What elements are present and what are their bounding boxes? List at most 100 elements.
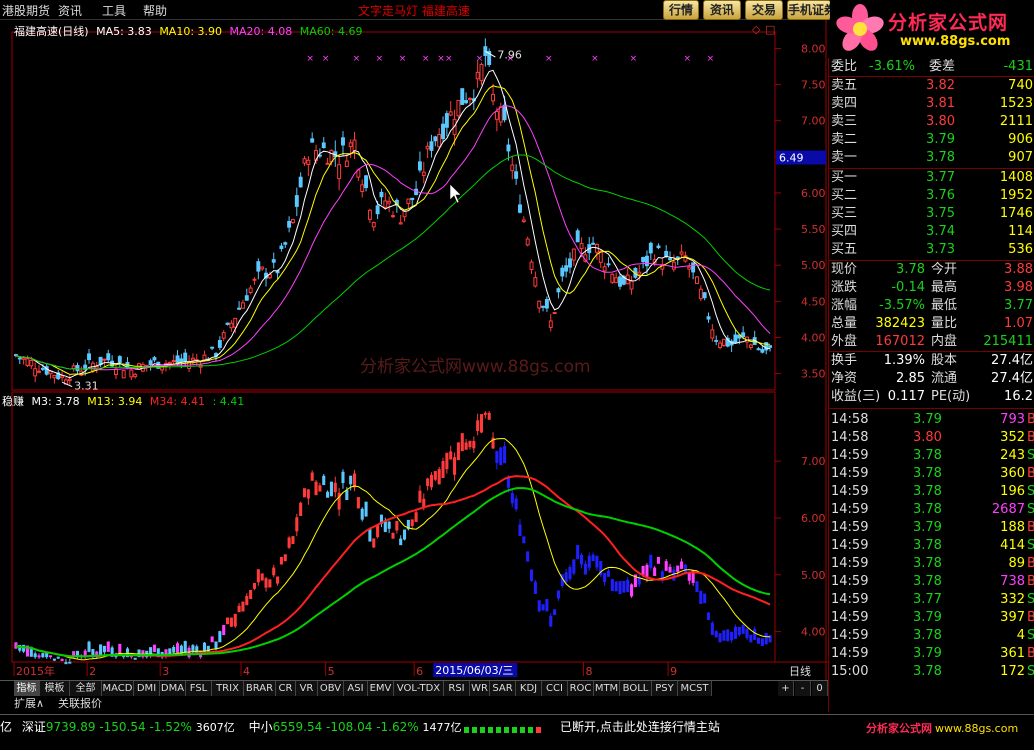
info-button[interactable]: 资讯 xyxy=(703,0,741,20)
related-quotes-tab[interactable]: 关联报价 xyxy=(58,696,102,712)
tab-macd[interactable]: MACD xyxy=(102,681,134,697)
tab-模板[interactable]: 模板 xyxy=(40,681,70,697)
ma20-label: MA20: 4.08 xyxy=(229,25,293,38)
index-ticker[interactable]: 亿 深证9739.89 -150.54 -1.52% 3607亿 中小6559.… xyxy=(0,717,461,737)
candle-body xyxy=(133,373,138,378)
candle-body xyxy=(491,93,496,102)
tab-全部[interactable]: 全部 xyxy=(70,681,102,697)
bid-row[interactable]: 买一 3.77 1408 xyxy=(829,169,1034,187)
bid-label: 买一 xyxy=(831,170,858,185)
stat-value: 3.78 xyxy=(896,262,925,277)
main-chart-legend: 福建高速(日线) MA5: 3.83 MA10: 3.90 MA20: 4.08… xyxy=(14,23,362,39)
tab-obv[interactable]: OBV xyxy=(318,681,344,697)
tab-指标[interactable]: 指标 xyxy=(14,681,40,697)
tab-rsi[interactable]: RSI xyxy=(444,681,470,697)
zoom-out-button[interactable]: - xyxy=(795,681,811,697)
stat-label-2: 量比 xyxy=(931,316,958,331)
tick-price: 3.79 xyxy=(913,412,942,427)
candle-body xyxy=(306,159,311,166)
tick-time: 14:58 xyxy=(831,412,869,427)
signal-bar xyxy=(480,727,485,733)
expand-tab[interactable]: 扩展∧ xyxy=(14,696,44,712)
period-label[interactable]: 日线 xyxy=(789,664,811,678)
tab-wr[interactable]: WR xyxy=(470,681,490,697)
menu-item-hk-futures[interactable]: 港股期货 xyxy=(2,2,50,19)
candle-body xyxy=(360,184,365,192)
market-button[interactable]: 行情 xyxy=(663,0,699,20)
m34-label: M34: 4.41 xyxy=(149,395,206,408)
tab-mtm[interactable]: MTM xyxy=(594,681,620,697)
tab-cr[interactable]: CR xyxy=(276,681,296,697)
candle-body xyxy=(256,261,261,272)
tab-vr[interactable]: VR xyxy=(296,681,318,697)
order-ratio-label: 委比 xyxy=(831,59,858,74)
tab-emv[interactable]: EMV xyxy=(368,681,394,697)
connect-message[interactable]: 已断开,点击此处连接行情主站 xyxy=(560,717,720,737)
tick-row: 14:59 3.78 738 B xyxy=(829,573,1034,591)
candle-body xyxy=(310,138,315,143)
bid-row[interactable]: 买二 3.76 1952 xyxy=(829,187,1034,205)
tab-brar[interactable]: BRAR xyxy=(244,681,276,697)
menu-item-help[interactable]: 帮助 xyxy=(143,2,167,19)
menu-item-tools[interactable]: 工具 xyxy=(102,2,126,19)
signal-bar xyxy=(472,727,477,733)
bid-row[interactable]: 买三 3.75 1746 xyxy=(829,205,1034,223)
close-icon[interactable]: □ xyxy=(765,23,775,36)
candle-body xyxy=(568,258,572,268)
candle-body xyxy=(656,245,661,249)
indicator-tab-bar: 指标 模板 全部 MACD DMI DMA FSL TRIX BRAR CR VR OBV ASI EMV… xyxy=(0,680,828,697)
cursor-date-label: 2015/06/03/三 xyxy=(435,664,513,677)
tab-boll[interactable]: BOLL xyxy=(620,681,652,697)
trade-button[interactable]: 交易 xyxy=(745,0,783,20)
tick-row: 14:59 3.78 89 B xyxy=(829,555,1034,573)
tab-kdj[interactable]: KDJ xyxy=(516,681,542,697)
candle-body xyxy=(437,133,442,148)
reset-button[interactable]: 0 xyxy=(812,681,828,697)
candle-body xyxy=(637,271,642,275)
tick-price: 3.79 xyxy=(913,610,942,625)
ask-row[interactable]: 卖二 3.79 906 xyxy=(829,131,1034,149)
sub-chart-legend: 稳赚 M3: 3.78 M13: 3.94 M34: 4.41 : 4.41 xyxy=(2,393,244,409)
tab-dma[interactable]: DMA xyxy=(160,681,186,697)
kline-chart[interactable]: 8.007.507.006.506.005.505.004.504.003.50… xyxy=(0,20,828,680)
candle-body xyxy=(444,113,449,128)
ask-row[interactable]: 卖一 3.78 907 xyxy=(829,149,1034,167)
mouse-cursor-icon xyxy=(449,183,462,204)
ask-row[interactable]: 卖四 3.81 1523 xyxy=(829,95,1034,113)
tick-time: 14:59 xyxy=(831,466,869,481)
menu-item-news[interactable]: 资讯 xyxy=(58,2,82,19)
zoom-in-button[interactable]: + xyxy=(778,681,794,697)
tab-mcst[interactable]: MCST xyxy=(678,681,712,697)
tab-sar[interactable]: SAR xyxy=(490,681,516,697)
tab-vol-tdx[interactable]: VOL-TDX xyxy=(394,681,444,697)
tick-volume: 397 xyxy=(1000,610,1025,625)
ask-row[interactable]: 卖三 3.80 2111 xyxy=(829,113,1034,131)
bid-row[interactable]: 买四 3.74 114 xyxy=(829,223,1034,241)
candle-body xyxy=(21,357,26,360)
main-y-tick-label: 6.00 xyxy=(801,187,826,200)
ask-volume: 2111 xyxy=(999,114,1033,129)
candle-body xyxy=(575,230,580,243)
tab-roc[interactable]: ROC xyxy=(568,681,594,697)
tab-fsl[interactable]: FSL xyxy=(186,681,212,697)
bid-row[interactable]: 买五 3.73 536 xyxy=(829,241,1034,259)
tab-psy[interactable]: PSY xyxy=(652,681,678,697)
candle-body xyxy=(671,261,676,270)
candle-body xyxy=(518,204,522,213)
candle-body xyxy=(244,295,249,301)
ask-row[interactable]: 卖五 3.82 740 xyxy=(829,77,1034,95)
stat-label-2: PE(动) xyxy=(931,389,971,404)
chart-area[interactable]: 8.007.507.006.506.005.505.004.504.003.50… xyxy=(0,20,828,680)
candle-body xyxy=(364,175,369,189)
tab-cci[interactable]: CCI xyxy=(542,681,568,697)
diamond-icon[interactable]: ◇ xyxy=(752,23,761,36)
order-ratio-row: 委比 -3.61% 委差 -431 xyxy=(829,58,1034,76)
tab-asi[interactable]: ASI xyxy=(344,681,368,697)
tab-dmi[interactable]: DMI xyxy=(134,681,160,697)
tick-price: 3.78 xyxy=(913,502,942,517)
x-tick-label: 8 xyxy=(585,665,592,678)
tab-trix[interactable]: TRIX xyxy=(212,681,244,697)
ask-price: 3.80 xyxy=(926,114,955,129)
candle-body xyxy=(648,242,653,254)
mobile-securities-button[interactable]: 手机证券 xyxy=(787,0,831,20)
